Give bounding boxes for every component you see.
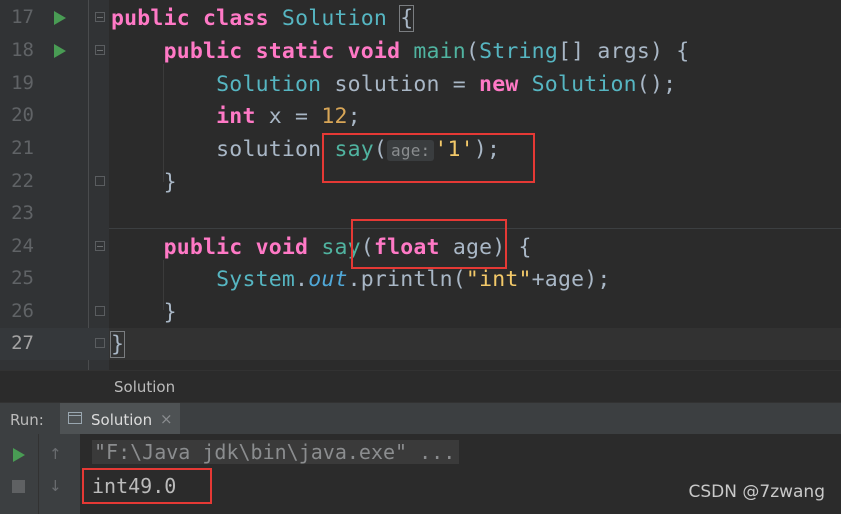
fold-icon[interactable] <box>95 241 105 251</box>
line-number: 17 <box>11 6 34 28</box>
stop-icon[interactable] <box>12 480 25 493</box>
code-line-17[interactable]: 17 public class Solution { <box>0 2 841 34</box>
code-line-27[interactable]: 27 } <box>0 328 841 360</box>
run-console[interactable]: ↑ ↓ "F:\Java jdk\bin\java.exe" ... int49… <box>0 434 841 514</box>
breadcrumb-item[interactable]: Solution <box>114 378 175 396</box>
play-icon[interactable] <box>13 448 25 462</box>
code-line-19[interactable]: 19 Solution solution = new Solution(); <box>0 68 841 100</box>
watermark: CSDN @7zwang <box>688 482 826 502</box>
highlight-box-output <box>82 468 212 504</box>
line-number: 19 <box>11 72 34 94</box>
console-toolbar: ↑ ↓ <box>0 434 80 514</box>
fold-icon[interactable] <box>95 45 105 55</box>
close-icon[interactable]: × <box>160 410 173 428</box>
code-line-20[interactable]: 20 int x = 12; <box>0 100 841 132</box>
code-editor[interactable]: 17 public class Solution { 18 public sta… <box>0 0 841 370</box>
run-tool-window-header: Run: Solution × <box>0 402 841 435</box>
highlight-box-call <box>322 133 535 183</box>
tab-solution[interactable]: Solution × <box>60 403 180 435</box>
code-text: } <box>163 300 177 325</box>
fold-icon[interactable] <box>95 176 105 186</box>
tab-label: Solution <box>91 411 153 429</box>
code-text: System.out.println("int"+age); <box>216 267 611 292</box>
down-arrow-icon[interactable]: ↓ <box>49 477 62 495</box>
line-number: 18 <box>11 39 34 61</box>
console-window-icon <box>68 412 82 424</box>
fold-icon[interactable] <box>95 306 105 316</box>
code-text: public static void main(String[] args) { <box>163 39 690 64</box>
code-text: } <box>109 331 126 358</box>
line-number: 26 <box>11 300 34 322</box>
line-number: 20 <box>11 104 34 126</box>
console-command-line: "F:\Java jdk\bin\java.exe" ... <box>92 440 460 464</box>
code-text: int x = 12; <box>216 104 361 129</box>
breadcrumb: Solution <box>0 370 841 403</box>
line-number: 27 <box>11 332 34 354</box>
run-gutter-icon[interactable] <box>54 11 66 25</box>
line-number: 23 <box>11 202 34 224</box>
fold-icon[interactable] <box>95 12 105 22</box>
code-text: Solution solution = new Solution(); <box>216 72 677 97</box>
line-number: 25 <box>11 267 34 289</box>
code-text: } <box>163 170 177 195</box>
code-text: public class Solution { <box>111 5 415 32</box>
run-label: Run: <box>10 411 44 429</box>
line-number: 22 <box>11 170 34 192</box>
line-number: 24 <box>11 235 34 257</box>
highlight-box-param <box>351 219 507 269</box>
toolbar-separator <box>38 434 39 514</box>
code-line-18[interactable]: 18 public static void main(String[] args… <box>0 35 841 67</box>
run-gutter-icon[interactable] <box>54 44 66 58</box>
code-line-26[interactable]: 26 } <box>0 296 841 328</box>
up-arrow-icon[interactable]: ↑ <box>49 445 62 463</box>
fold-icon[interactable] <box>95 338 105 348</box>
line-number: 21 <box>11 137 34 159</box>
